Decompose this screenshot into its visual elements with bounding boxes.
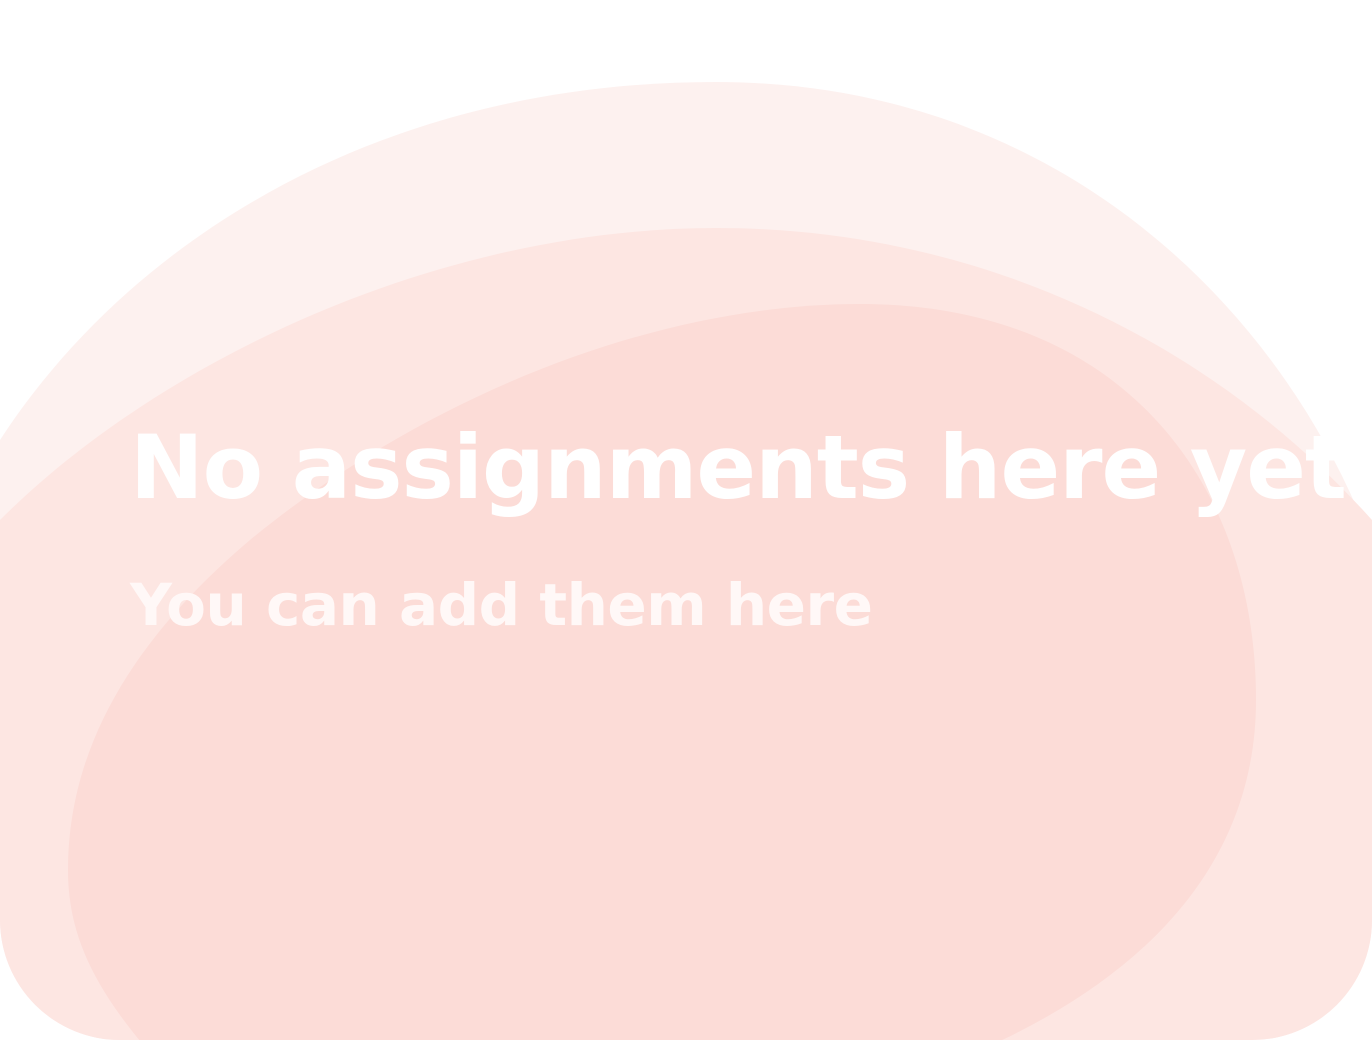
empty-state-title: No assignments here yet (130, 416, 1347, 519)
empty-state-card: No assignments here yet You can add them… (0, 0, 1372, 1041)
empty-state-subtitle: You can add them here (130, 571, 873, 639)
